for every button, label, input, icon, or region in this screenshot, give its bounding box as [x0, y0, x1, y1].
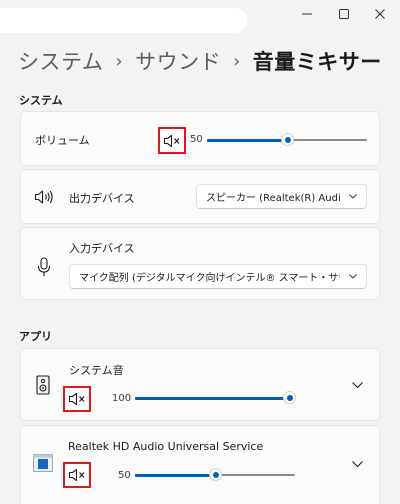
breadcrumb-separator: ›	[233, 50, 241, 72]
app-volume-value: 100	[112, 393, 132, 404]
speaker-muted-icon[interactable]	[63, 462, 91, 488]
speaker-muted-icon[interactable]	[63, 386, 91, 412]
output-device-selected: スピーカー (Realtek(R) Audio)	[206, 193, 340, 204]
system-volume-card: ボリューム 50	[20, 111, 380, 166]
slider-thumb[interactable]	[281, 133, 294, 146]
input-device-dropdown[interactable]: マイク配列 (デジタルマイク向けインテル® スマート・サウンド・テクノロジー)	[69, 264, 367, 289]
section-label-system: システム	[19, 94, 63, 107]
microphone-icon	[35, 257, 53, 277]
volume-label: ボリューム	[35, 134, 90, 147]
title-search-area[interactable]	[0, 8, 247, 33]
app-volume-slider[interactable]	[135, 468, 295, 481]
breadcrumb-item-system[interactable]: システム	[18, 46, 103, 76]
slider-fill	[207, 139, 287, 142]
chevron-down-icon[interactable]	[349, 377, 365, 393]
chevron-down-icon	[340, 274, 366, 279]
input-device-card: 入力デバイス マイク配列 (デジタルマイク向けインテル® スマート・サウンド・テ…	[20, 227, 380, 300]
chevron-down-icon	[340, 194, 366, 199]
speaker-muted-icon[interactable]	[158, 127, 186, 154]
input-device-selected: マイク配列 (デジタルマイク向けインテル® スマート・サウンド・テクノロジー)	[79, 273, 340, 284]
app-volume-slider[interactable]	[135, 391, 296, 404]
slider-thumb[interactable]	[209, 468, 222, 481]
speaker-icon	[34, 188, 54, 206]
chevron-down-icon[interactable]	[349, 456, 365, 472]
app-volume-value: 50	[118, 470, 131, 481]
volume-slider[interactable]	[207, 133, 367, 146]
title-bar	[0, 0, 400, 33]
app-card-system-sounds: システム音 100	[20, 348, 380, 421]
app-name: Realtek HD Audio Universal Service	[68, 440, 264, 453]
breadcrumb-item-sound[interactable]: サウンド	[135, 46, 221, 76]
input-device-label: 入力デバイス	[69, 242, 135, 255]
close-icon[interactable]	[364, 0, 396, 28]
app-name: システム音	[69, 364, 124, 377]
volume-value: 50	[190, 134, 203, 145]
output-device-label: 出力デバイス	[69, 192, 135, 205]
maximize-icon[interactable]	[328, 0, 360, 28]
breadcrumb: システム › サウンド › 音量ミキサー	[18, 44, 382, 78]
slider-fill	[135, 397, 289, 400]
page-title: 音量ミキサー	[252, 50, 382, 74]
system-sounds-icon	[36, 375, 50, 395]
slider-fill	[135, 474, 215, 477]
slider-thumb[interactable]	[283, 391, 296, 404]
minimize-icon[interactable]	[291, 0, 323, 28]
section-label-apps: アプリ	[19, 330, 52, 343]
realtek-app-icon	[33, 453, 53, 473]
app-card-realtek: Realtek HD Audio Universal Service 50	[20, 425, 380, 504]
breadcrumb-separator: ›	[115, 50, 124, 72]
output-device-dropdown[interactable]: スピーカー (Realtek(R) Audio)	[196, 184, 367, 209]
output-device-card: 出力デバイス スピーカー (Realtek(R) Audio)	[20, 169, 380, 224]
